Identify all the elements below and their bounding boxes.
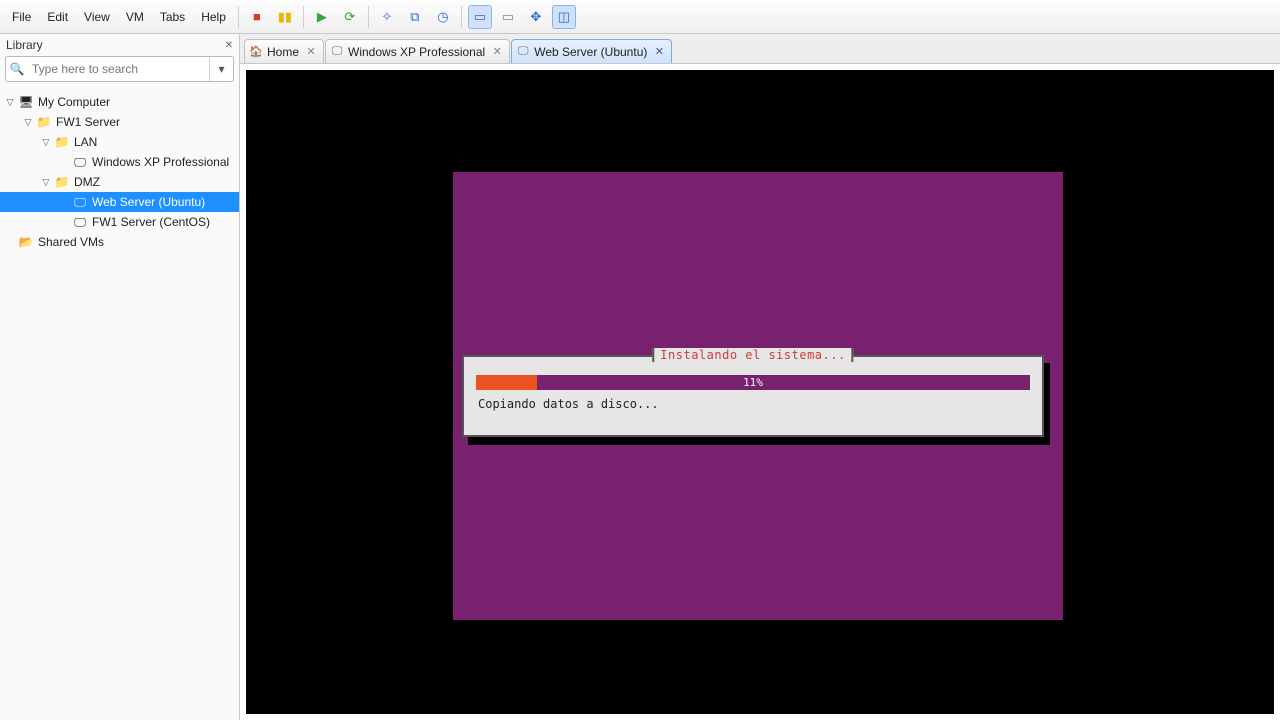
tree-node[interactable]: ▽🖥 My Computer	[0, 92, 239, 112]
fit-guest-button[interactable]: ▭	[468, 5, 492, 29]
tree-twisty-icon[interactable]: ▽	[40, 177, 52, 188]
toolbar-separator	[303, 6, 304, 28]
menu-bar: File Edit View VM Tabs Help ■ ▮▮ ▶ ⟳ ✧ ⧉…	[0, 0, 1280, 34]
installer-progress: 11%	[476, 375, 1030, 390]
tree-node-icon: 📂	[18, 235, 34, 249]
restart-button[interactable]: ⟳	[338, 5, 362, 29]
console-view-button[interactable]: ▭	[496, 5, 520, 29]
tree-node-icon: 🖵	[72, 195, 88, 210]
tree-node-icon: 📁	[54, 135, 70, 149]
play-button[interactable]: ▶	[310, 5, 334, 29]
tree-node[interactable]: 📂 Shared VMs	[0, 232, 239, 252]
installer-dialog: Instalando el sistema... 11% Copiando da…	[462, 355, 1044, 437]
library-sidebar: Library ✕ 🔍 ▾ ▽🖥My Computer▽📁FW1 Server▽…	[0, 34, 240, 720]
menu-vm[interactable]: VM	[118, 6, 152, 28]
fullscreen-button[interactable]: ✥	[524, 5, 548, 29]
tree-node[interactable]: ▽📁 LAN	[0, 132, 239, 152]
tree-node[interactable]: 🖵 Web Server (Ubuntu)	[0, 192, 239, 212]
installer-status: Copiando datos a disco...	[478, 397, 659, 411]
close-icon[interactable]: ✕	[305, 45, 317, 58]
menu-file[interactable]: File	[4, 6, 39, 28]
snapshot-manager-button[interactable]: ⧉	[403, 5, 427, 29]
tree-node[interactable]: ▽📁 DMZ	[0, 172, 239, 192]
toolbar-separator	[238, 6, 239, 28]
pause-button[interactable]: ▮▮	[273, 5, 297, 29]
workspace-tab[interactable]: 🏠 Home ✕	[244, 39, 324, 63]
workspace-tab[interactable]: 🖵 Windows XP Professional ✕	[325, 39, 510, 63]
tree-node-label: FW1 Server (CentOS)	[92, 215, 210, 229]
menu-help[interactable]: Help	[193, 6, 234, 28]
library-collapse-icon[interactable]: ✕	[225, 40, 233, 51]
tree-node-icon: 📁	[54, 175, 70, 189]
menu-edit[interactable]: Edit	[39, 6, 76, 28]
installer-title: Instalando el sistema...	[652, 348, 853, 362]
tree-node-label: Windows XP Professional	[92, 155, 229, 169]
tree-twisty-icon[interactable]: ▽	[4, 97, 16, 108]
close-icon[interactable]: ✕	[491, 45, 503, 58]
toolbar-separator	[368, 6, 369, 28]
tree-node-label: Web Server (Ubuntu)	[92, 195, 205, 209]
tree-node-label: DMZ	[74, 175, 100, 189]
tab-label: Web Server (Ubuntu)	[534, 45, 647, 59]
tree-node[interactable]: 🖵 Windows XP Professional	[0, 152, 239, 172]
tree-node-icon: 🖵	[72, 215, 88, 230]
library-title: Library	[6, 38, 43, 52]
search-input[interactable]	[28, 57, 209, 81]
tree-twisty-icon[interactable]: ▽	[40, 137, 52, 148]
unity-button[interactable]: ◫	[552, 5, 576, 29]
tree-node[interactable]: 🖵 FW1 Server (CentOS)	[0, 212, 239, 232]
tree-node-icon: 📁	[36, 115, 52, 129]
workspace-tabs: 🏠 Home ✕ 🖵 Windows XP Professional ✕ 🖵 Web Serv…	[240, 34, 1280, 64]
tree-node-label: FW1 Server	[56, 115, 120, 129]
tree-twisty-icon[interactable]: ▽	[22, 117, 34, 128]
tab-icon: 🖵	[516, 45, 530, 58]
clock-button[interactable]: ◷	[431, 5, 455, 29]
tree-node-label: Shared VMs	[38, 235, 104, 249]
tab-icon: 🖵	[330, 45, 344, 58]
search-icon: 🔍	[6, 57, 28, 81]
resize-nub	[1051, 608, 1063, 620]
power-off-button[interactable]: ■	[245, 5, 269, 29]
tab-label: Windows XP Professional	[348, 45, 485, 59]
tab-label: Home	[267, 45, 299, 59]
menu-view[interactable]: View	[76, 6, 118, 28]
workspace-tab[interactable]: 🖵 Web Server (Ubuntu) ✕	[511, 39, 672, 63]
vm-console[interactable]: Instalando el sistema... 11% Copiando da…	[246, 70, 1274, 714]
tree-node-icon: 🖥	[18, 95, 34, 109]
tree-node-label: LAN	[74, 135, 97, 149]
menu-tabs[interactable]: Tabs	[152, 6, 193, 28]
library-tree: ▽🖥My Computer▽📁FW1 Server▽📁LAN🖵Windows X…	[0, 88, 239, 720]
tree-node-icon: 🖵	[72, 155, 88, 170]
installer-progress-pct: 11%	[476, 375, 1030, 390]
tab-icon: 🏠	[249, 45, 263, 58]
search-dropdown-icon[interactable]: ▾	[209, 57, 233, 81]
library-search[interactable]: 🔍 ▾	[5, 56, 234, 82]
tree-node[interactable]: ▽📁 FW1 Server	[0, 112, 239, 132]
snapshot-button[interactable]: ✧	[375, 5, 399, 29]
workspace: 🏠 Home ✕ 🖵 Windows XP Professional ✕ 🖵 Web Serv…	[240, 34, 1280, 720]
tree-node-label: My Computer	[38, 95, 110, 109]
close-icon[interactable]: ✕	[653, 45, 665, 58]
toolbar-separator	[461, 6, 462, 28]
